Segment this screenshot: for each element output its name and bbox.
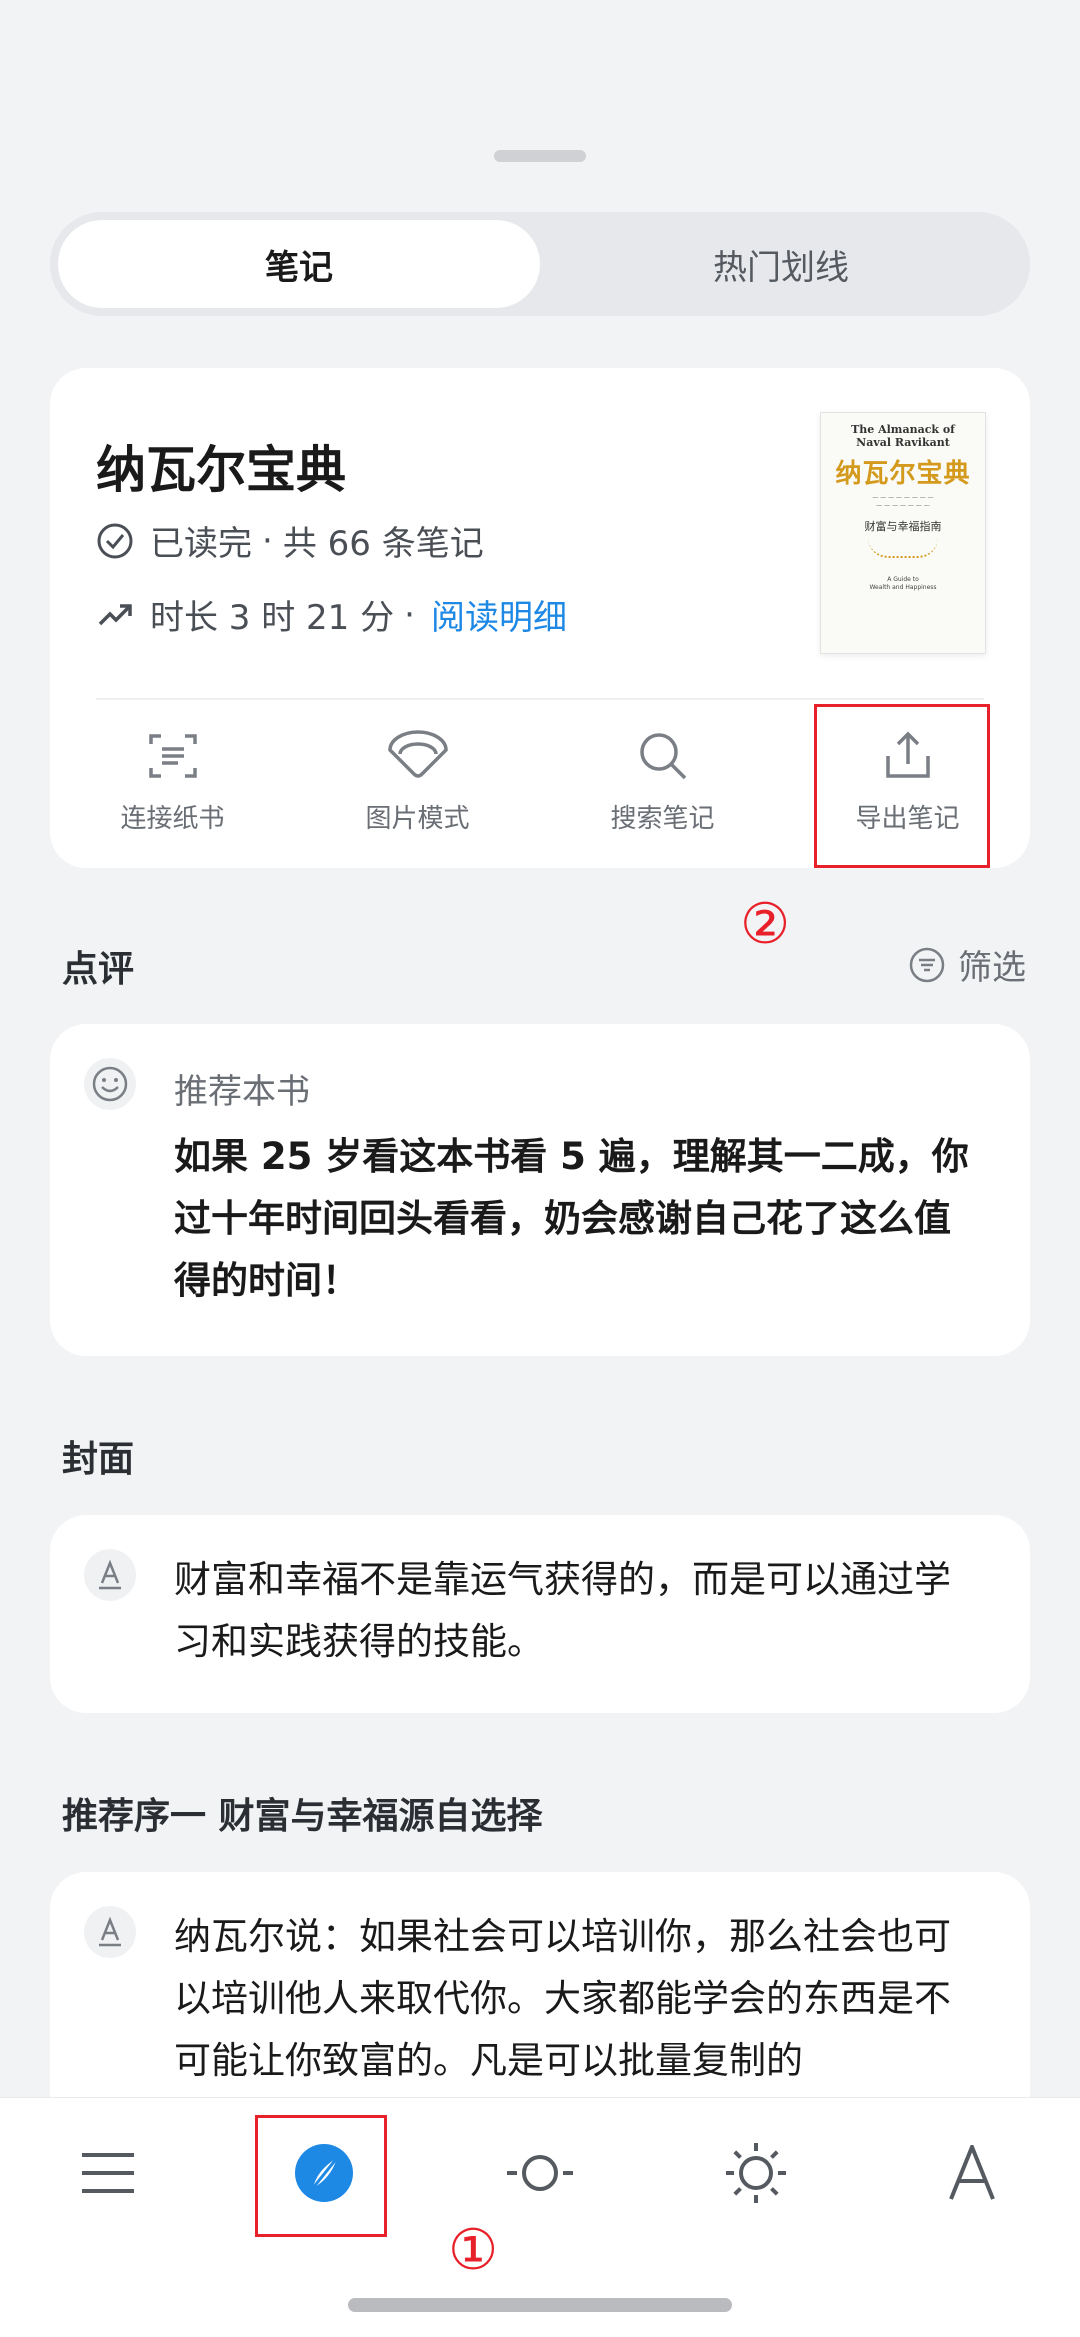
section-title-preface: 推荐序一 财富与幸福源自选择 — [62, 1796, 543, 1837]
duration-row: 时长 3 时 21 分 · 阅读明细 — [96, 590, 567, 639]
brightness-button[interactable] — [648, 2098, 864, 2248]
annotation-number-1: ① — [448, 2218, 499, 2283]
note-card-preface[interactable]: 纳瓦尔说：如果社会可以培训你，那么社会也可以培训他人来取代你。大家都能学会的东西… — [50, 1872, 1030, 2132]
smile-icon — [84, 1058, 136, 1110]
annotation-number-2: ② — [740, 892, 791, 957]
review-label: 推荐本书 — [174, 1072, 310, 1112]
home-indicator[interactable] — [348, 2298, 732, 2312]
check-circle-icon — [97, 523, 133, 558]
note-text: 纳瓦尔说：如果社会可以培训你，那么社会也可以培训他人来取代你。大家都能学会的东西… — [174, 1915, 951, 2082]
section-title-review: 点评 — [62, 949, 135, 990]
drag-handle[interactable] — [494, 150, 586, 162]
scan-icon — [148, 734, 197, 778]
progress-icon — [507, 2155, 573, 2191]
read-status-row: 已读完 · 共 66 条笔记 — [96, 516, 484, 565]
menu-icon — [82, 2153, 134, 2193]
tab-notes[interactable]: 笔记 — [58, 220, 540, 308]
connect-paper-book-button[interactable]: 连接纸书 — [50, 728, 295, 835]
highlight-icon — [84, 1549, 136, 1601]
book-cover[interactable]: The Almanack of Naval Ravikant 纳瓦尔宝典 — — … — [820, 412, 986, 654]
reading-duration: 时长 3 时 21 分 — [150, 598, 395, 638]
trend-up-icon — [98, 603, 132, 625]
search-notes-button[interactable]: 搜索笔记 — [540, 728, 785, 835]
tab-hot-highlights[interactable]: 热门划线 — [540, 220, 1022, 308]
read-status: 已读完 — [150, 524, 252, 564]
brightness-icon — [726, 2143, 786, 2203]
font-settings-button[interactable] — [864, 2098, 1080, 2248]
section-title-cover: 封面 — [62, 1439, 135, 1480]
book-title: 纳瓦尔宝典 — [96, 441, 346, 499]
segmented-tabs: 笔记 热门划线 — [50, 212, 1030, 316]
notes-sheet: 笔记 热门划线 纳瓦尔宝典 已读完 · 共 66 条笔记 时长 3 时 21 分… — [0, 0, 1080, 2337]
reading-detail-link[interactable]: 阅读明细 — [431, 590, 567, 639]
highlight-icon — [84, 1906, 136, 1958]
divider — [96, 698, 984, 700]
fan-icon — [387, 730, 448, 778]
review-text: 如果 25 岁看这本书看 5 遍，理解其一二成，你过十年时间回头看看，奶会感谢自… — [174, 1135, 969, 1302]
review-card[interactable]: 推荐本书 如果 25 岁看这本书看 5 遍，理解其一二成，你过十年时间回头看看，… — [50, 1024, 1030, 1356]
filter-button[interactable]: 筛选 — [908, 940, 1026, 989]
highlight-box-export — [814, 704, 990, 868]
filter-icon — [909, 947, 945, 982]
note-text: 财富和幸福不是靠运气获得的，而是可以通过学习和实践获得的技能。 — [174, 1558, 951, 1663]
highlight-box-explore — [255, 2115, 387, 2237]
image-mode-button[interactable]: 图片模式 — [295, 728, 540, 835]
toc-button[interactable] — [0, 2098, 216, 2248]
font-icon — [949, 2145, 995, 2200]
notes-count: 共 66 条笔记 — [282, 524, 484, 564]
note-card-cover[interactable]: 财富和幸福不是靠运气获得的，而是可以通过学习和实践获得的技能。 — [50, 1515, 1030, 1713]
search-icon — [639, 733, 686, 780]
